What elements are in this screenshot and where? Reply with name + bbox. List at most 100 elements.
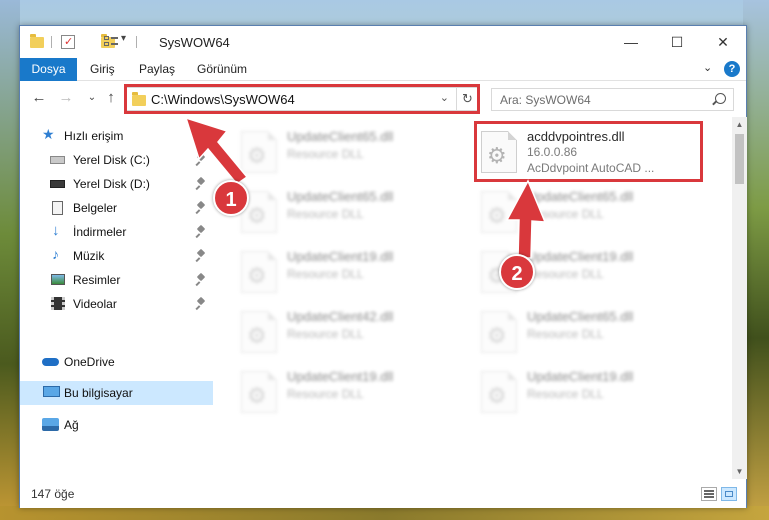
sidebar-item-label: Belgeler — [73, 201, 118, 215]
file-item[interactable]: UpdateClient65.dll Resource DLL — [235, 183, 463, 239]
file-item[interactable]: UpdateClient19.dll Resource DLL — [475, 363, 703, 419]
file-name: UpdateClient65.dll — [287, 129, 394, 144]
quick-access-dropdown-icon[interactable]: ▾ — [121, 33, 126, 49]
dll-file-icon — [241, 131, 277, 173]
sidebar-item-local-disk-d[interactable]: Yerel Disk (D:) — [20, 172, 213, 196]
title-separator — [51, 36, 52, 48]
close-button[interactable]: ✕ — [700, 26, 746, 58]
customize-quick-access-icon[interactable] — [104, 35, 118, 48]
properties-icon[interactable]: ✓ — [61, 35, 75, 49]
tab-view[interactable]: Görünüm — [187, 58, 257, 81]
pin-icon — [197, 274, 205, 285]
file-name: UpdateClient19.dll — [527, 369, 634, 384]
file-type: Resource DLL — [287, 267, 364, 281]
file-name: UpdateClient19.dll — [527, 249, 634, 264]
dll-file-icon — [481, 311, 517, 353]
tab-home[interactable]: Giriş — [80, 58, 125, 81]
file-type: Resource DLL — [287, 387, 364, 401]
file-name: UpdateClient19.dll — [287, 369, 394, 384]
sidebar-item-label: Resimler — [73, 273, 121, 287]
callout-step-2: 2 — [499, 254, 535, 290]
sidebar-item-label: Bu bilgisayar — [64, 386, 133, 400]
sidebar-item-label: Ağ — [64, 418, 79, 432]
file-type: Resource DLL — [287, 207, 364, 221]
file-item[interactable]: UpdateClient19.dll Resource DLL — [235, 243, 463, 299]
pin-icon — [197, 298, 205, 309]
file-name: UpdateClient65.dll — [527, 189, 634, 204]
sidebar-item-quick-access[interactable]: ★ Hızlı erişim — [20, 124, 213, 148]
pin-icon — [197, 250, 205, 261]
callout-step-1: 1 — [213, 180, 249, 216]
pin-icon — [197, 202, 205, 213]
sidebar-item-network[interactable]: Ağ — [20, 413, 213, 437]
sidebar-item-local-disk-c[interactable]: Yerel Disk (C:) — [20, 148, 213, 172]
file-item[interactable]: UpdateClient65.dll Resource DLL — [475, 303, 703, 359]
sidebar-item-onedrive[interactable]: OneDrive — [20, 350, 213, 374]
computer-icon — [43, 386, 60, 397]
up-button[interactable]: ↑ — [103, 90, 119, 106]
help-icon[interactable]: ? — [724, 61, 740, 77]
file-name: UpdateClient19.dll — [287, 249, 394, 264]
recent-locations-button[interactable]: ⌄ — [84, 90, 100, 106]
cloud-icon — [42, 358, 59, 366]
desktop-background-bottom — [0, 506, 769, 520]
pin-icon — [197, 178, 205, 189]
dll-file-icon — [241, 371, 277, 413]
vertical-scrollbar[interactable]: ▲ ▼ — [732, 117, 747, 479]
tab-file[interactable]: Dosya — [20, 58, 77, 81]
details-view-button[interactable] — [701, 487, 717, 501]
expand-ribbon-icon[interactable]: ⌄ — [703, 62, 715, 74]
pin-icon — [197, 154, 205, 165]
sidebar-item-label: Yerel Disk (C:) — [73, 153, 150, 167]
dll-file-icon — [481, 191, 517, 233]
tab-share[interactable]: Paylaş — [129, 58, 185, 81]
sidebar-item-pictures[interactable]: Resimler — [20, 268, 213, 292]
scroll-thumb[interactable] — [735, 134, 744, 184]
search-input[interactable]: Ara: SysWOW64 — [500, 93, 591, 107]
sidebar-item-downloads[interactable]: ↓ İndirmeler — [20, 220, 213, 244]
minimize-button[interactable]: — — [608, 26, 654, 58]
file-item[interactable]: UpdateClient65.dll Resource DLL — [475, 183, 703, 239]
dll-file-icon — [481, 371, 517, 413]
document-icon — [52, 201, 63, 215]
sidebar-item-documents[interactable]: Belgeler — [20, 196, 213, 220]
sidebar-item-music[interactable]: ♪ Müzik — [20, 244, 213, 268]
file-item[interactable]: UpdateClient42.dll Resource DLL — [235, 303, 463, 359]
network-icon — [42, 418, 59, 431]
forward-button[interactable]: → — [58, 90, 74, 106]
sidebar-item-videos[interactable]: Videolar — [20, 292, 213, 316]
file-name: UpdateClient65.dll — [287, 189, 394, 204]
music-icon: ♪ — [52, 246, 59, 262]
scroll-up-button[interactable]: ▲ — [732, 117, 747, 132]
maximize-button[interactable]: ☐ — [654, 26, 700, 58]
file-name: UpdateClient42.dll — [287, 309, 394, 324]
video-icon — [51, 297, 65, 310]
file-type: Resource DLL — [527, 387, 604, 401]
sidebar-item-label: İndirmeler — [73, 225, 127, 239]
sidebar-item-label: Videolar — [73, 297, 117, 311]
large-icons-view-button[interactable] — [721, 487, 737, 501]
dll-file-icon — [241, 251, 277, 293]
download-icon: ↓ — [52, 222, 60, 239]
file-type: Resource DLL — [287, 327, 364, 341]
back-button[interactable]: ← — [31, 90, 47, 106]
search-box[interactable]: Ara: SysWOW64 — [491, 88, 734, 111]
sidebar-item-this-pc[interactable]: Bu bilgisayar — [20, 381, 213, 405]
file-item[interactable]: UpdateClient19.dll Resource DLL — [235, 363, 463, 419]
folder-icon — [30, 34, 44, 48]
drive-icon — [50, 180, 65, 188]
dll-file-icon — [241, 311, 277, 353]
title-separator — [136, 36, 137, 48]
title-bar: ✓ ▾ SysWOW64 — ☐ ✕ — [20, 26, 746, 58]
file-highlight — [474, 121, 703, 182]
search-icon[interactable] — [715, 93, 726, 104]
sidebar-item-label: OneDrive — [64, 355, 115, 369]
file-type: Resource DLL — [527, 207, 604, 221]
scroll-down-button[interactable]: ▼ — [732, 464, 747, 479]
file-item[interactable]: UpdateClient65.dll Resource DLL — [235, 123, 463, 179]
navigation-pane: ★ Hızlı erişim Yerel Disk (C:) Yerel Dis… — [20, 117, 213, 479]
address-bar-highlight — [124, 84, 480, 114]
sidebar-item-label: Yerel Disk (D:) — [73, 177, 150, 191]
file-type: Resource DLL — [287, 147, 364, 161]
star-icon: ★ — [42, 126, 55, 142]
